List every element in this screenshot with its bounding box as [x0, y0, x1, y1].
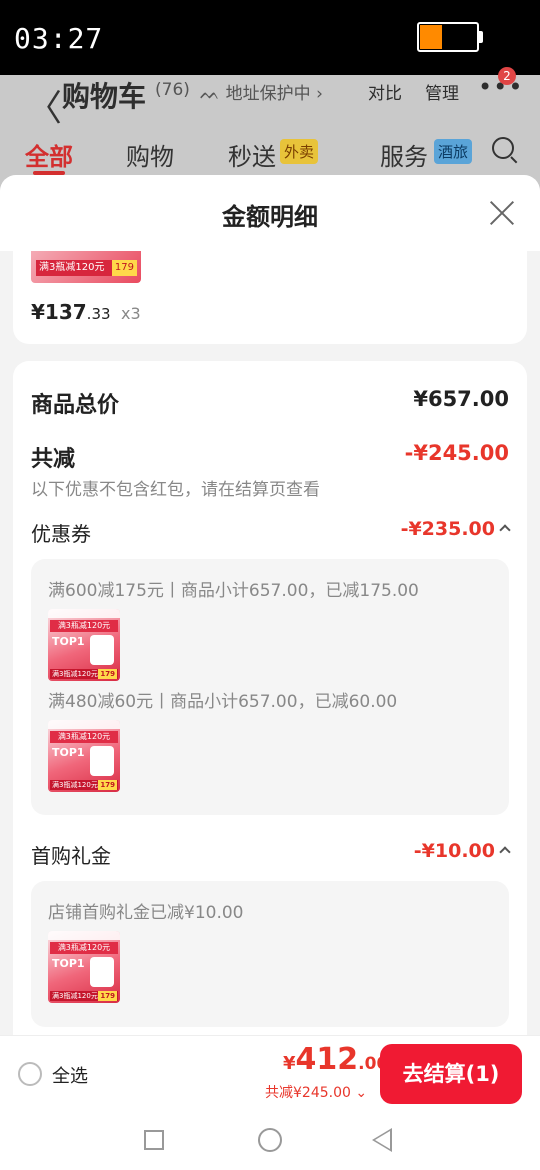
gift-value-group: -¥10.00: [413, 840, 511, 862]
thumb-top1: TOP1: [52, 635, 85, 648]
price-int: ¥137: [31, 300, 87, 324]
coupon-value-group: -¥235.00: [400, 518, 511, 540]
thumb-top1: TOP1: [52, 957, 85, 970]
thumb-jar: [90, 635, 114, 665]
battery-cap: [479, 31, 483, 43]
product-thumbnail[interactable]: 满3瓶减120元 179: [31, 251, 141, 283]
manage-button: 管理: [425, 84, 459, 104]
thumb-footer: 满3瓶减120元 179: [50, 780, 118, 790]
product-price: ¥137.33: [31, 300, 111, 324]
status-bar: 03:27: [0, 0, 540, 75]
amount-detail-card: 商品总价 ¥657.00 共减 -¥245.00 以下优惠不包含红包，请在结算页…: [13, 361, 527, 1035]
select-all-label[interactable]: 全选: [52, 1062, 88, 1088]
total-price-value: ¥657.00: [413, 387, 509, 411]
promo-price: 179: [111, 260, 137, 276]
tab-instant: 秒送: [228, 143, 276, 171]
product-thumbnail[interactable]: 满3瓶减120元 TOP1 满3瓶减120元 179: [48, 720, 120, 792]
thumb-price: 179: [98, 669, 117, 679]
back-nav-icon[interactable]: [372, 1128, 392, 1152]
tab-all: 全部: [25, 143, 73, 171]
total-amount: ¥412.00: [283, 1042, 388, 1077]
notification-badge: 2: [498, 67, 516, 85]
product-card: 满3瓶减120元 179 ¥137.33 x3: [13, 251, 527, 344]
status-time: 03:27: [14, 22, 104, 55]
back-icon: 〈: [26, 88, 63, 129]
coupon-label: 优惠券: [31, 522, 91, 546]
total-discount-label: 共减: [31, 447, 76, 472]
sheet-header: 金额明细: [0, 175, 540, 251]
compare-button: 对比: [368, 84, 402, 104]
search-icon: [492, 137, 514, 159]
sheet-title: 金额明细: [222, 203, 318, 231]
thumb-banner: 满3瓶减120元: [50, 942, 118, 954]
cart-title: 购物车: [62, 80, 147, 113]
total-price-label: 商品总价: [31, 393, 120, 418]
cart-tabs: 全部 购物 秒送 外卖 服务 酒旅: [0, 137, 540, 177]
thumb-header: [48, 931, 120, 940]
hotel-badge: 酒旅: [434, 139, 473, 164]
thumb-price: 179: [98, 991, 117, 1001]
thumb-jar: [90, 746, 114, 776]
gift-detail-box: 店铺首购礼金已减¥10.00 满3瓶减120元 TOP1 满3瓶减120元 179: [31, 881, 509, 1027]
gift-line: 店铺首购礼金已减¥10.00: [48, 903, 244, 923]
product-quantity: x3: [121, 304, 141, 323]
system-nav-bar: [0, 1110, 540, 1170]
tab-shopping: 购物: [126, 143, 174, 171]
chevron-up-icon[interactable]: [499, 846, 511, 858]
checkout-button[interactable]: 去结算(1): [380, 1044, 522, 1104]
thumb-banner: 满3瓶减120元: [50, 731, 118, 743]
recent-apps-icon[interactable]: [144, 1130, 164, 1150]
thumb-header: [48, 720, 120, 729]
total-discount-toggle[interactable]: 共减¥245.00 ⌄: [265, 1082, 367, 1102]
price-dec: .33: [86, 305, 111, 323]
thumb-footer: 满3瓶减120元 179: [50, 991, 118, 1001]
battery-icon: [417, 22, 479, 52]
total-int: 412: [295, 1042, 359, 1077]
gift-label: 首购礼金: [31, 844, 111, 868]
thumb-promo: 满3瓶减120元: [52, 992, 98, 1000]
checkout-bar: 全选 ¥412.00 共减¥245.00 ⌄ 去结算(1): [0, 1035, 540, 1110]
coupon-line-1: 满600减175元丨商品小计657.00，已减175.00: [48, 581, 419, 601]
product-thumbnail[interactable]: 满3瓶减120元 TOP1 满3瓶减120元 179: [48, 931, 120, 1003]
thumb-header: [48, 609, 120, 618]
thumb-promo: 满3瓶减120元: [52, 670, 98, 678]
home-icon[interactable]: [258, 1128, 282, 1152]
coupon-line-2: 满480减60元丨商品小计657.00，已减60.00: [48, 692, 398, 712]
waimai-badge: 外卖: [280, 139, 319, 164]
thumb-promo: 满3瓶减120元: [52, 781, 98, 789]
select-all-radio[interactable]: [18, 1062, 42, 1086]
gift-value: -¥10.00: [413, 840, 495, 862]
discount-note-text: 以下优惠不包含红包，请在结算页查看: [31, 480, 320, 500]
address-protection: ᨓ 地址保护中 ›: [200, 84, 323, 104]
battery-fill: [420, 25, 442, 49]
thumb-price: 179: [98, 780, 117, 790]
total-currency: ¥: [283, 1053, 296, 1074]
chevron-up-icon[interactable]: [499, 524, 511, 536]
thumb-top1: TOP1: [52, 746, 85, 759]
cart-count: (76): [155, 80, 190, 100]
total-discount-value: -¥245.00: [404, 441, 509, 465]
product-thumbnail[interactable]: 满3瓶减120元 TOP1 满3瓶减120元 179: [48, 609, 120, 681]
coupon-value: -¥235.00: [400, 518, 495, 540]
coupon-detail-box: 满600减175元丨商品小计657.00，已减175.00 满3瓶减120元 T…: [31, 559, 509, 815]
thumb-banner: 满3瓶减120元: [50, 620, 118, 632]
tab-service: 服务: [380, 143, 428, 171]
thumb-footer: 满3瓶减120元 179: [50, 669, 118, 679]
close-icon[interactable]: [488, 199, 516, 227]
amount-detail-sheet: 金额明细 满3瓶减120元 179 ¥137.33 x3 商品总价 ¥657.0…: [0, 175, 540, 1035]
thumb-jar: [90, 957, 114, 987]
